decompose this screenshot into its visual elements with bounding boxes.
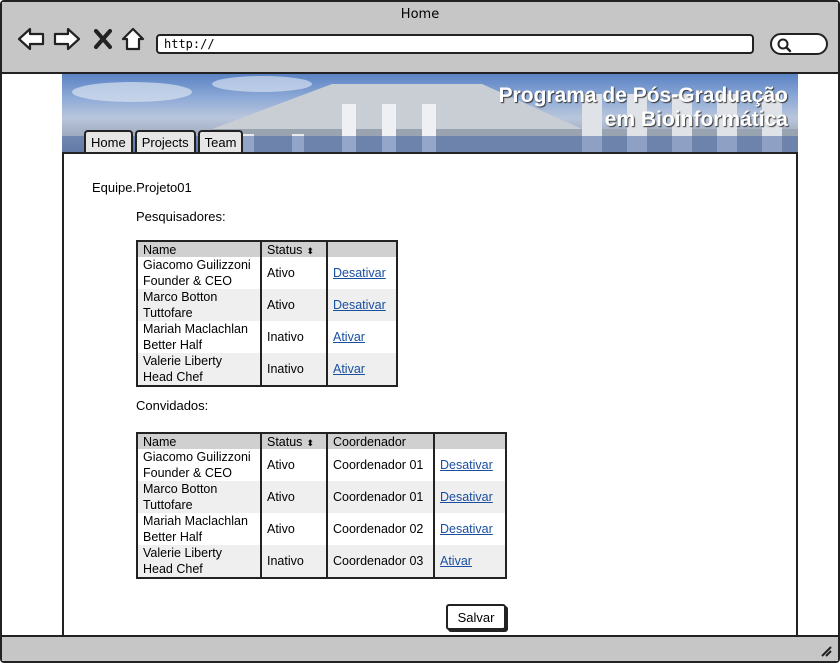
status-cell: Ativo: [261, 481, 328, 513]
tab-home[interactable]: Home: [84, 130, 133, 154]
table-header-row: Name Status ⬍: [137, 241, 397, 257]
status-cell: Inativo: [261, 545, 328, 578]
member-name-cell: Mariah Maclachlan Better Half: [137, 513, 262, 545]
action-cell: Desativar: [434, 481, 506, 513]
column-header-status[interactable]: Status ⬍: [261, 241, 328, 257]
save-button[interactable]: Salvar: [446, 604, 506, 630]
researchers-table: Name Status ⬍ Giacomo Guilizzoni Founder &…: [136, 240, 398, 387]
member-role: Founder & CEO: [143, 274, 232, 288]
column-header-action: [434, 433, 506, 449]
member-role: Tuttofare: [143, 498, 193, 512]
table-row: Mariah Maclachlan Better Half Inativo Ati…: [137, 321, 397, 353]
column-header-status-label: Status: [267, 434, 303, 449]
tab-team[interactable]: Team: [197, 130, 244, 154]
back-arrow-icon[interactable]: [16, 26, 46, 52]
tab-projects[interactable]: Projects: [134, 130, 196, 154]
site-title: Programa de Pós-Graduação em Bioinformát…: [499, 84, 788, 132]
table-row: Giacomo Guilizzoni Founder & CEO Ativo Co…: [137, 449, 506, 481]
table-row: Mariah Maclachlan Better Half Ativo Coord…: [137, 513, 506, 545]
column-header-coordinator[interactable]: Coordenador: [327, 433, 435, 449]
toggle-status-link[interactable]: Ativar: [333, 330, 365, 344]
member-name: Mariah Maclachlan: [143, 322, 248, 336]
table-row: Valerie Liberty Head Chef Inativo Ativar: [137, 353, 397, 386]
site-title-line-2: em Bioinformática: [604, 108, 788, 131]
action-cell: Desativar: [327, 257, 397, 289]
column-header-status[interactable]: Status ⬍: [261, 433, 328, 449]
status-cell: Inativo: [261, 353, 328, 386]
table-row: Valerie Liberty Head Chef Inativo Coorden…: [137, 545, 506, 578]
action-cell: Ativar: [434, 545, 506, 578]
member-name: Marco Botton: [143, 290, 218, 304]
resize-grip-icon[interactable]: [818, 643, 832, 657]
table-row: Giacomo Guilizzoni Founder & CEO Ativo De…: [137, 257, 397, 289]
table-row: Marco Botton Tuttofare Ativo Coordenador …: [137, 481, 506, 513]
member-name-cell: Giacomo Guilizzoni Founder & CEO: [137, 257, 262, 289]
member-role: Founder & CEO: [143, 466, 232, 480]
toggle-status-link[interactable]: Ativar: [440, 554, 472, 568]
member-role: Head Chef: [143, 562, 203, 576]
member-name-cell: Mariah Maclachlan Better Half: [137, 321, 262, 353]
toggle-status-link[interactable]: Desativar: [440, 522, 493, 536]
member-name: Giacomo Guilizzoni: [143, 258, 251, 272]
member-name-cell: Marco Botton Tuttofare: [137, 289, 262, 321]
member-name: Valerie Liberty: [143, 354, 222, 368]
tab-bar: Home Projects Team: [84, 130, 244, 154]
member-name: Mariah Maclachlan: [143, 514, 248, 528]
member-name: Marco Botton: [143, 482, 218, 496]
member-name-cell: Valerie Liberty Head Chef: [137, 353, 262, 386]
page-content: Programa de Pós-Graduação em Bioinformát…: [2, 74, 838, 635]
table-header-row: Name Status ⬍ Coordenador: [137, 433, 506, 449]
status-cell: Ativo: [261, 513, 328, 545]
member-name-cell: Marco Botton Tuttofare: [137, 481, 262, 513]
toggle-status-link[interactable]: Ativar: [333, 362, 365, 376]
table-row: Marco Botton Tuttofare Ativo Desativar: [137, 289, 397, 321]
browser-window: Home http:// Programa de Pós-Graduação e…: [0, 0, 840, 663]
status-cell: Inativo: [261, 321, 328, 353]
action-cell: Ativar: [327, 321, 397, 353]
coordinator-cell: Coordenador 01: [327, 449, 435, 481]
column-header-name[interactable]: Name: [137, 433, 262, 449]
close-x-icon[interactable]: [88, 26, 118, 52]
coordinator-cell: Coordenador 03: [327, 545, 435, 578]
sort-icon[interactable]: ⬍: [306, 438, 314, 448]
home-icon[interactable]: [118, 26, 148, 52]
member-name: Giacomo Guilizzoni: [143, 450, 251, 464]
breadcrumb: Equipe.Projeto01: [92, 180, 192, 195]
site-title-line-1: Programa de Pós-Graduação: [498, 84, 788, 107]
url-input[interactable]: http://: [156, 34, 754, 54]
column-header-name[interactable]: Name: [137, 241, 262, 257]
browser-toolbar: Home http://: [2, 2, 838, 74]
sort-icon[interactable]: ⬍: [306, 246, 314, 256]
coordinator-cell: Coordenador 01: [327, 481, 435, 513]
window-title: Home: [400, 7, 440, 22]
member-name-cell: Valerie Liberty Head Chef: [137, 545, 262, 578]
guests-table: Name Status ⬍ Coordenador Giacomo Guilizz…: [136, 432, 507, 579]
member-name: Valerie Liberty: [143, 546, 222, 560]
toggle-status-link[interactable]: Desativar: [440, 458, 493, 472]
status-bar: [2, 635, 838, 661]
action-cell: Desativar: [434, 513, 506, 545]
action-cell: Ativar: [327, 353, 397, 386]
search-icon: [777, 38, 792, 53]
status-cell: Ativo: [261, 289, 328, 321]
forward-arrow-icon[interactable]: [52, 26, 82, 52]
status-cell: Ativo: [261, 449, 328, 481]
researchers-heading: Pesquisadores:: [136, 209, 226, 224]
toggle-status-link[interactable]: Desativar: [333, 298, 386, 312]
status-cell: Ativo: [261, 257, 328, 289]
toggle-status-link[interactable]: Desativar: [440, 490, 493, 504]
member-role: Better Half: [143, 338, 203, 352]
guests-heading: Convidados:: [136, 398, 209, 413]
action-cell: Desativar: [327, 289, 397, 321]
coordinator-cell: Coordenador 02: [327, 513, 435, 545]
member-role: Better Half: [143, 530, 203, 544]
member-role: Head Chef: [143, 370, 203, 384]
toggle-status-link[interactable]: Desativar: [333, 266, 386, 280]
column-header-action: [327, 241, 397, 257]
member-name-cell: Giacomo Guilizzoni Founder & CEO: [137, 449, 262, 481]
browser-search-box[interactable]: [770, 33, 828, 55]
action-cell: Desativar: [434, 449, 506, 481]
member-role: Tuttofare: [143, 306, 193, 320]
column-header-status-label: Status: [267, 242, 303, 257]
